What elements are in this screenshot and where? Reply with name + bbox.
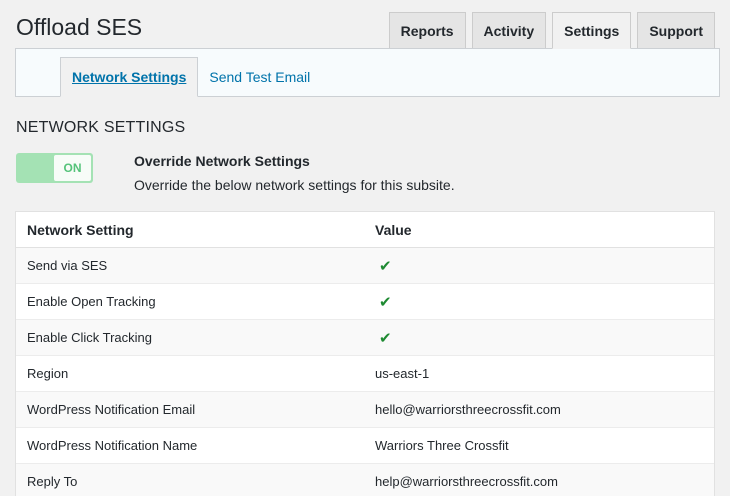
setting-name: Enable Open Tracking xyxy=(27,294,156,309)
column-header-setting: Network Setting xyxy=(27,221,134,238)
setting-name: Reply To xyxy=(27,474,78,489)
override-title: Override Network Settings xyxy=(134,153,310,169)
column-header-value: Value xyxy=(375,221,412,238)
network-settings-table: Network Setting Value Send via SES ✔ Ena… xyxy=(15,211,715,496)
table-row: Enable Open Tracking ✔ xyxy=(16,284,714,320)
setting-name: WordPress Notification Email xyxy=(27,402,196,417)
tab-support[interactable]: Support xyxy=(637,12,715,48)
table-header-row: Network Setting Value xyxy=(16,212,714,248)
override-toggle[interactable]: ON xyxy=(16,153,93,183)
setting-name: Enable Click Tracking xyxy=(27,330,152,345)
checkmark-icon: ✔ xyxy=(379,293,392,311)
tab-bar: Reports Activity Settings Support xyxy=(388,12,715,49)
setting-value: help@warriorsthreecrossfit.com xyxy=(375,474,558,489)
setting-name: Send via SES xyxy=(27,258,108,273)
setting-name: WordPress Notification Name xyxy=(27,438,198,453)
setting-name: Region xyxy=(27,366,69,381)
tab-reports[interactable]: Reports xyxy=(388,12,466,48)
subnav-network-settings[interactable]: Network Settings xyxy=(60,57,199,97)
table-row: Reply To help@warriorsthreecrossfit.com xyxy=(16,464,714,496)
checkmark-icon: ✔ xyxy=(379,329,392,347)
tab-activity[interactable]: Activity xyxy=(471,12,547,48)
setting-value: Warriors Three Crossfit xyxy=(375,438,509,453)
section-heading: NETWORK SETTINGS xyxy=(16,119,186,136)
tab-settings[interactable]: Settings xyxy=(552,12,632,49)
table-row: Region us-east-1 xyxy=(16,356,714,392)
override-description: Override the below network settings for … xyxy=(134,177,455,193)
table-row: WordPress Notification Name Warriors Thr… xyxy=(16,428,714,464)
toggle-knob: ON xyxy=(54,155,91,181)
table-row: Enable Click Tracking ✔ xyxy=(16,320,714,356)
app-title: Offload SES xyxy=(16,14,143,40)
settings-subnav: Network Settings Send Test Email xyxy=(15,48,720,97)
table-row: Send via SES ✔ xyxy=(16,248,714,284)
subnav-send-test-email[interactable]: Send Test Email xyxy=(198,57,321,97)
checkmark-icon: ✔ xyxy=(379,257,392,275)
table-row: WordPress Notification Email hello@warri… xyxy=(16,392,714,428)
setting-value: us-east-1 xyxy=(375,366,430,381)
setting-value: hello@warriorsthreecrossfit.com xyxy=(375,402,561,417)
